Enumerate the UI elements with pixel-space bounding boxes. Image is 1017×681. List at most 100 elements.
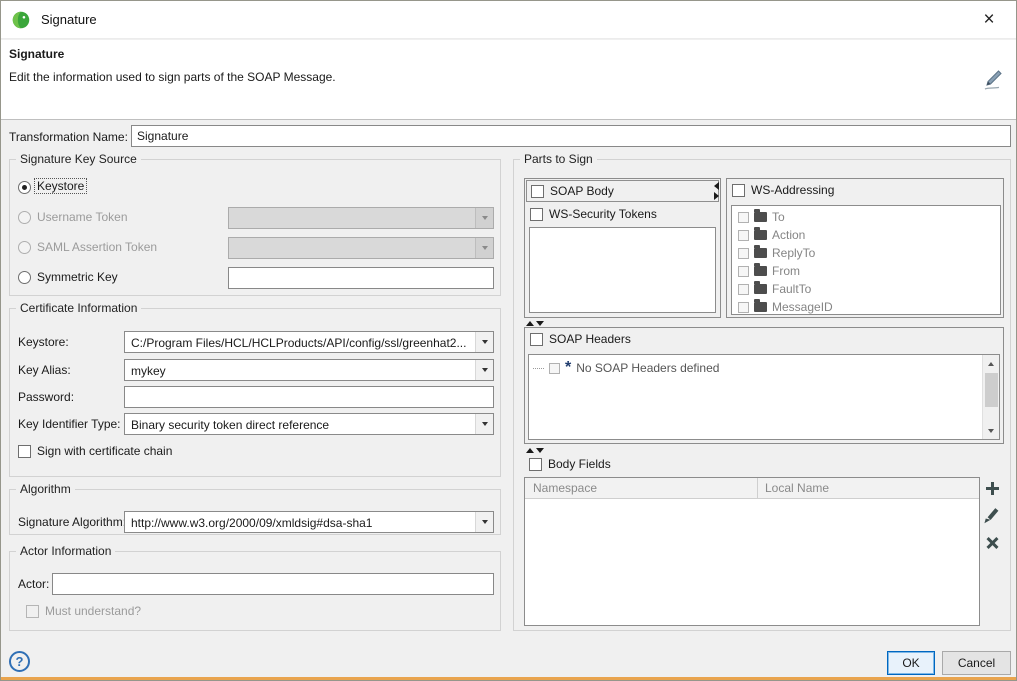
key-identifier-type-combo[interactable]: Binary security token direct reference [124,413,494,435]
ws-addressing-item-action: Action [738,226,805,244]
horizontal-splitter-handle[interactable] [526,321,544,326]
keystore-combo[interactable]: C:/Program Files/HCL/HCLProducts/API/con… [124,331,494,353]
username-token-combo [228,207,494,229]
actor-input[interactable] [52,573,494,595]
parts-to-sign-group: Parts to Sign SOAP Body WS-Security Toke… [513,159,1011,631]
must-understand-checkbox [26,605,39,618]
column-namespace: Namespace [533,481,597,495]
ws-security-tokens-checkbox[interactable] [530,208,543,221]
header-title: Signature [9,47,64,61]
soap-body-checkbox[interactable] [531,185,544,198]
username-token-radio [18,211,31,224]
soap-headers-tree: * No SOAP Headers defined [528,354,1000,440]
item-label: MessageID [772,300,833,314]
scrollbar-thumb[interactable] [985,373,998,407]
ws-addressing-item-to: To [738,208,785,226]
keystore-label: Keystore: [18,335,69,349]
item-label: To [772,210,785,224]
help-icon[interactable]: ? [9,651,30,672]
scroll-down-icon[interactable] [983,422,999,439]
saml-assertion-token-radio-label: SAML Assertion Token [37,240,157,254]
soap-body-row: SOAP Body [526,180,719,202]
close-icon[interactable]: × [971,4,1007,36]
column-local-name: Local Name [765,481,829,495]
saml-assertion-token-radio [18,241,31,254]
key-alias-combo-value: mykey [131,364,473,378]
soap-headers-scrollbar[interactable] [982,355,999,439]
chevron-down-icon[interactable] [475,360,493,380]
item-checkbox [738,284,749,295]
window-bottom-accent [1,677,1016,680]
transformation-name-input[interactable] [131,125,1011,147]
item-checkbox [738,212,749,223]
folder-icon [754,230,767,240]
password-input[interactable] [124,386,494,408]
cancel-button[interactable]: Cancel [942,651,1011,675]
app-icon [10,9,32,31]
transformation-name-label: Transformation Name: [9,130,128,144]
algorithm-group: Algorithm Signature Algorithm: http://ww… [9,489,501,535]
soap-body-panel: SOAP Body WS-Security Tokens [524,178,721,318]
chevron-down-icon [475,238,493,258]
ws-security-tokens-list[interactable] [529,227,716,313]
sign-with-certificate-chain-checkbox[interactable] [18,445,31,458]
item-checkbox [738,230,749,241]
signature-key-source-group: Signature Key Source Keystore Username T… [9,159,501,296]
must-understand-label: Must understand? [45,604,141,618]
ws-addressing-list: To Action ReplyTo From [731,205,1001,315]
chevron-down-icon[interactable] [475,414,493,434]
add-icon[interactable] [984,481,1000,497]
soap-body-label: SOAP Body [550,184,614,198]
ws-addressing-label: WS-Addressing [751,183,834,197]
algorithm-title: Algorithm [16,482,75,496]
body-fields-table: Namespace Local Name [524,477,980,626]
body-fields-checkbox[interactable] [529,458,542,471]
soap-headers-label: SOAP Headers [549,332,631,346]
keystore-radio[interactable] [18,181,31,194]
horizontal-splitter-handle-2[interactable] [526,448,544,453]
item-checkbox [549,363,560,374]
edit-icon[interactable] [984,508,1000,524]
item-checkbox [738,248,749,259]
no-soap-headers-item: * No SOAP Headers defined [533,359,719,377]
item-checkbox [738,302,749,313]
chevron-down-icon[interactable] [475,512,493,532]
folder-icon [754,284,767,294]
body-fields-table-header: Namespace Local Name [525,478,979,499]
folder-icon [754,212,767,222]
ws-addressing-item-from: From [738,262,800,280]
ws-addressing-item-messageid: MessageID [738,298,833,316]
parts-to-sign-title: Parts to Sign [520,152,597,166]
symmetric-key-radio-label[interactable]: Symmetric Key [37,270,118,284]
certificate-information-group: Certificate Information Keystore: C:/Pro… [9,308,501,477]
folder-icon [754,266,767,276]
vertical-splitter-handle[interactable] [714,182,719,200]
delete-icon[interactable] [984,535,1000,551]
key-identifier-type-label: Key Identifier Type: [18,417,121,431]
symmetric-key-input[interactable] [228,267,494,289]
key-alias-combo[interactable]: mykey [124,359,494,381]
certificate-information-title: Certificate Information [16,301,141,315]
item-checkbox [738,266,749,277]
column-divider [757,478,758,499]
signature-algorithm-combo[interactable]: http://www.w3.org/2000/09/xmldsig#dsa-sh… [124,511,494,533]
chevron-down-icon[interactable] [475,332,493,352]
keystore-radio-label[interactable]: Keystore [35,179,86,193]
titlebar: Signature × [1,1,1016,39]
folder-icon [754,302,767,312]
signature-pen-icon [982,68,1006,92]
scroll-up-icon[interactable] [983,355,999,372]
ws-addressing-checkbox[interactable] [732,184,745,197]
soap-headers-checkbox[interactable] [530,333,543,346]
signature-algorithm-label: Signature Algorithm: [18,515,126,529]
no-soap-headers-text: No SOAP Headers defined [576,361,719,375]
keystore-combo-value: C:/Program Files/HCL/HCLProducts/API/con… [131,336,473,350]
key-alias-label: Key Alias: [18,363,71,377]
saml-assertion-token-combo [228,237,494,259]
item-label: ReplyTo [772,246,815,260]
ws-addressing-panel: WS-Addressing To Action ReplyTo [726,178,1004,318]
folder-icon [754,248,767,258]
ok-button[interactable]: OK [887,651,935,675]
symmetric-key-radio[interactable] [18,271,31,284]
signature-algorithm-combo-value: http://www.w3.org/2000/09/xmldsig#dsa-sh… [131,516,473,530]
